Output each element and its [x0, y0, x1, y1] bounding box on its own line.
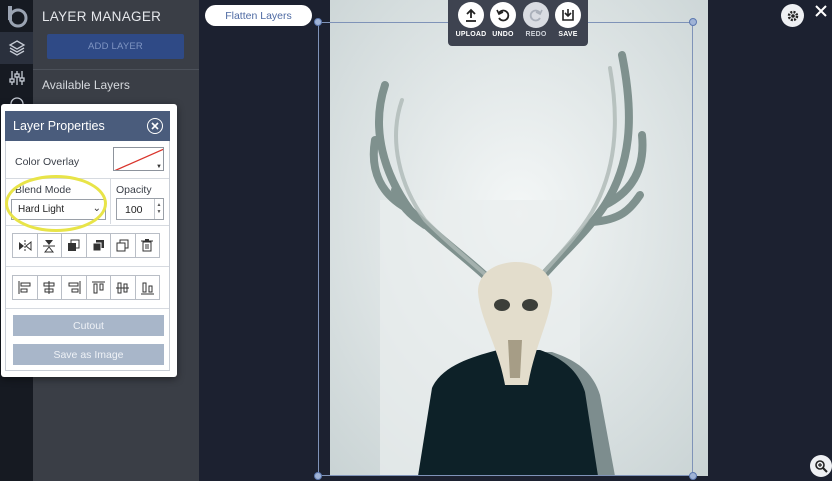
align-top-icon[interactable] [85, 275, 111, 300]
resize-handle-top-left[interactable] [314, 18, 322, 26]
save-as-image-button[interactable]: Save as Image [13, 344, 164, 365]
swatch-dropdown-icon: ▼ [156, 164, 162, 170]
row-divider [6, 266, 169, 267]
flip-vertical-icon[interactable] [36, 233, 62, 258]
column-divider [110, 179, 111, 224]
app-logo-icon[interactable] [0, 2, 33, 32]
gear-icon[interactable] [781, 4, 804, 27]
dialog-title: Layer Properties [13, 119, 105, 133]
save-label: SAVE [558, 31, 578, 38]
align-middle-icon[interactable] [110, 275, 136, 300]
trash-icon[interactable] [134, 233, 160, 258]
undo-button[interactable]: UNDO [487, 2, 519, 38]
save-button[interactable]: SAVE [552, 2, 584, 38]
opacity-value: 100 [125, 204, 143, 216]
upload-icon [458, 2, 484, 28]
align-center-horizontal-icon[interactable] [36, 275, 62, 300]
color-overlay-label: Color Overlay [15, 156, 80, 168]
undo-icon [490, 2, 516, 28]
layer-selection-box [318, 22, 693, 476]
cutout-button[interactable]: Cutout [13, 315, 164, 336]
redo-button: REDO [520, 2, 552, 38]
action-toolbar: UPLOAD UNDO REDO SAVE [448, 0, 588, 46]
opacity-input[interactable]: 100 ▲ ▼ [116, 198, 164, 220]
opacity-label: Opacity [116, 184, 152, 196]
align-right-icon[interactable] [61, 275, 87, 300]
add-layer-button[interactable]: ADD LAYER [47, 34, 184, 59]
upload-button[interactable]: UPLOAD [455, 2, 487, 38]
adjustments-icon[interactable] [0, 62, 33, 94]
align-bottom-icon[interactable] [134, 275, 160, 300]
blend-mode-highlight-annotation [5, 175, 107, 232]
zoom-icon[interactable] [810, 455, 832, 477]
panel-divider [33, 69, 199, 70]
available-layers-heading: Available Layers [42, 78, 130, 92]
save-icon [555, 2, 581, 28]
resize-handle-bottom-right[interactable] [689, 472, 697, 480]
redo-icon [523, 2, 549, 28]
upload-label: UPLOAD [455, 31, 487, 38]
layers-icon[interactable] [0, 32, 33, 64]
row-divider [6, 308, 169, 309]
align-toolbar [12, 275, 160, 300]
close-icon[interactable] [147, 118, 163, 134]
send-backward-icon[interactable] [85, 233, 111, 258]
flatten-layers-button[interactable]: Flatten Layers [205, 5, 312, 26]
transform-toolbar [12, 233, 160, 258]
align-left-icon[interactable] [12, 275, 38, 300]
duplicate-icon[interactable] [110, 233, 136, 258]
dialog-header: Layer Properties [5, 111, 170, 141]
redo-label: REDO [525, 31, 547, 38]
undo-label: UNDO [492, 31, 514, 38]
dialog-body: Color Overlay ▼ Blend Mode Hard Light ⌄ … [5, 141, 170, 371]
flip-horizontal-icon[interactable] [12, 233, 38, 258]
bring-forward-icon[interactable] [61, 233, 87, 258]
resize-handle-bottom-left[interactable] [314, 472, 322, 480]
opacity-stepper[interactable]: ▲ ▼ [154, 199, 163, 219]
panel-title: LAYER MANAGER [42, 9, 162, 24]
close-editor-icon[interactable] [814, 4, 828, 23]
resize-handle-top-right[interactable] [689, 18, 697, 26]
color-overlay-swatch[interactable]: ▼ [113, 147, 164, 171]
layer-properties-dialog: Layer Properties Color Overlay ▼ Blend M… [1, 104, 177, 377]
